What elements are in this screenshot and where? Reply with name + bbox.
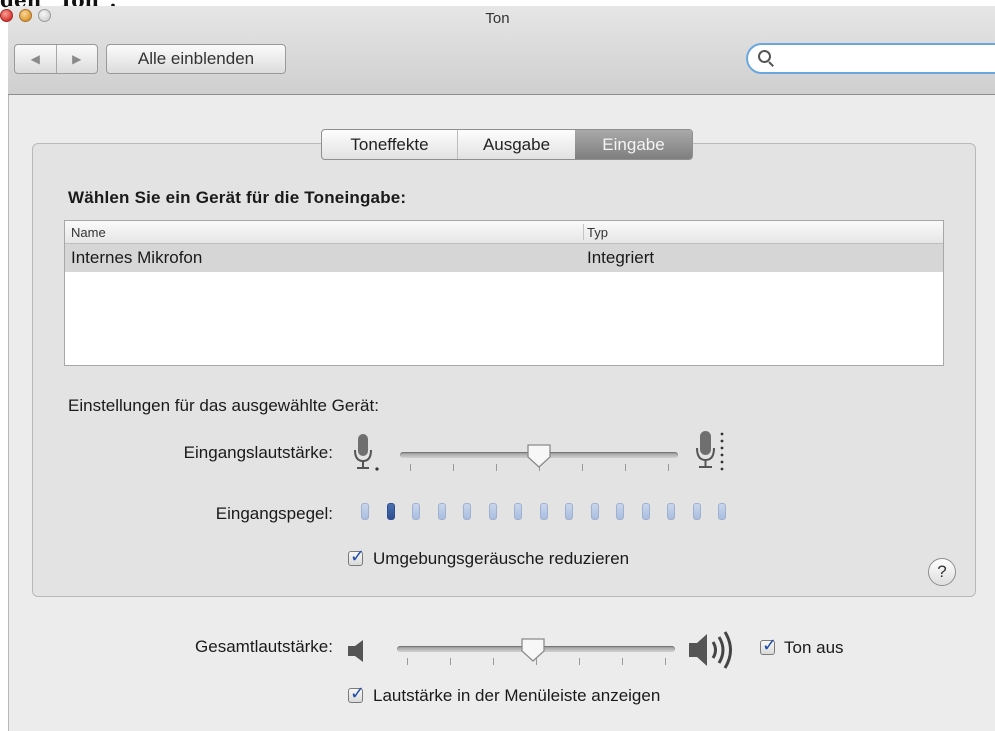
column-divider bbox=[583, 224, 584, 240]
level-bar bbox=[616, 503, 624, 520]
level-bar bbox=[386, 503, 395, 520]
level-bar bbox=[437, 503, 446, 520]
slider-tick bbox=[625, 464, 626, 471]
level-bar bbox=[488, 503, 497, 520]
microphone-low-icon bbox=[354, 434, 379, 471]
tab-bar: Toneffekte Ausgabe Eingabe bbox=[321, 129, 693, 160]
back-arrow-icon: ◀ bbox=[30, 52, 40, 66]
level-bar bbox=[539, 503, 548, 520]
input-level-label: Eingangspegel: bbox=[215, 504, 333, 523]
level-bar bbox=[514, 503, 522, 520]
forward-arrow-icon: ▶ bbox=[72, 52, 82, 66]
slider-tick bbox=[453, 464, 454, 471]
noise-reduction-label[interactable]: Umgebungsgeräusche reduzieren bbox=[373, 549, 629, 569]
column-header-type[interactable]: Typ bbox=[587, 221, 608, 243]
slider-tick bbox=[496, 464, 497, 471]
master-volume-knob[interactable] bbox=[520, 637, 546, 663]
input-volume-knob[interactable] bbox=[526, 443, 552, 469]
level-bar bbox=[590, 503, 599, 520]
level-bar bbox=[565, 503, 573, 520]
level-bar bbox=[463, 503, 471, 520]
tab-ausgabe[interactable]: Ausgabe bbox=[458, 130, 575, 159]
settings-label: Einstellungen für das ausgewählte Gerät: bbox=[68, 396, 379, 415]
tab-toneffekte[interactable]: Toneffekte bbox=[322, 130, 458, 159]
slider-tick bbox=[582, 464, 583, 471]
checkmark-icon: ✓ bbox=[762, 635, 778, 656]
noise-reduction-checkbox[interactable]: ✓ bbox=[348, 546, 365, 567]
checkmark-icon: ✓ bbox=[350, 683, 366, 704]
table-row[interactable]: Internes Mikrofon Integriert bbox=[65, 244, 943, 272]
speaker-low-icon bbox=[348, 640, 363, 662]
slider-tick bbox=[665, 658, 666, 665]
slider-tick bbox=[668, 464, 669, 471]
window-title: Ton bbox=[485, 10, 510, 27]
level-bar bbox=[718, 503, 726, 520]
column-header-name[interactable]: Name bbox=[71, 221, 106, 243]
mute-checkbox[interactable]: ✓ bbox=[760, 635, 777, 656]
table-header: Name Typ bbox=[65, 221, 943, 244]
device-table: Name Typ Internes Mikrofon Integriert bbox=[64, 220, 944, 366]
show-all-button[interactable]: Alle einblenden bbox=[106, 44, 286, 74]
slider-tick bbox=[410, 464, 411, 471]
level-bar bbox=[667, 503, 675, 520]
mute-label[interactable]: Ton aus bbox=[784, 638, 844, 658]
show-in-menubar-checkbox[interactable]: ✓ bbox=[348, 683, 365, 704]
device-type-cell: Integriert bbox=[587, 248, 655, 267]
device-heading: Wählen Sie ein Gerät für die Toneingabe: bbox=[68, 188, 407, 207]
input-volume-label: Eingangslautstärke: bbox=[183, 443, 333, 462]
slider-tick bbox=[579, 658, 580, 665]
level-bar bbox=[361, 503, 369, 520]
slider-tick bbox=[450, 658, 451, 665]
help-button[interactable]: ? bbox=[928, 558, 956, 586]
input-group-box bbox=[32, 143, 976, 597]
checkmark-icon: ✓ bbox=[350, 546, 366, 567]
search-icon bbox=[758, 50, 771, 63]
level-bar bbox=[412, 503, 420, 520]
search-field[interactable] bbox=[746, 43, 995, 74]
slider-tick bbox=[493, 658, 494, 665]
forward-button[interactable]: ▶ bbox=[57, 45, 98, 73]
microphone-high-icon bbox=[696, 431, 724, 471]
level-bar bbox=[641, 503, 650, 520]
master-volume-label: Gesamtlautstärke: bbox=[195, 637, 333, 656]
show-in-menubar-label[interactable]: Lautstärke in der Menüleiste anzeigen bbox=[373, 686, 660, 706]
slider-tick bbox=[407, 658, 408, 665]
back-forward-control: ◀ ▶ bbox=[14, 44, 98, 74]
level-bar bbox=[692, 503, 701, 520]
back-button[interactable]: ◀ bbox=[15, 45, 57, 73]
device-name-cell: Internes Mikrofon bbox=[71, 248, 203, 267]
tab-eingabe[interactable]: Eingabe bbox=[575, 130, 692, 159]
speaker-high-icon bbox=[689, 631, 732, 669]
slider-tick bbox=[622, 658, 623, 665]
